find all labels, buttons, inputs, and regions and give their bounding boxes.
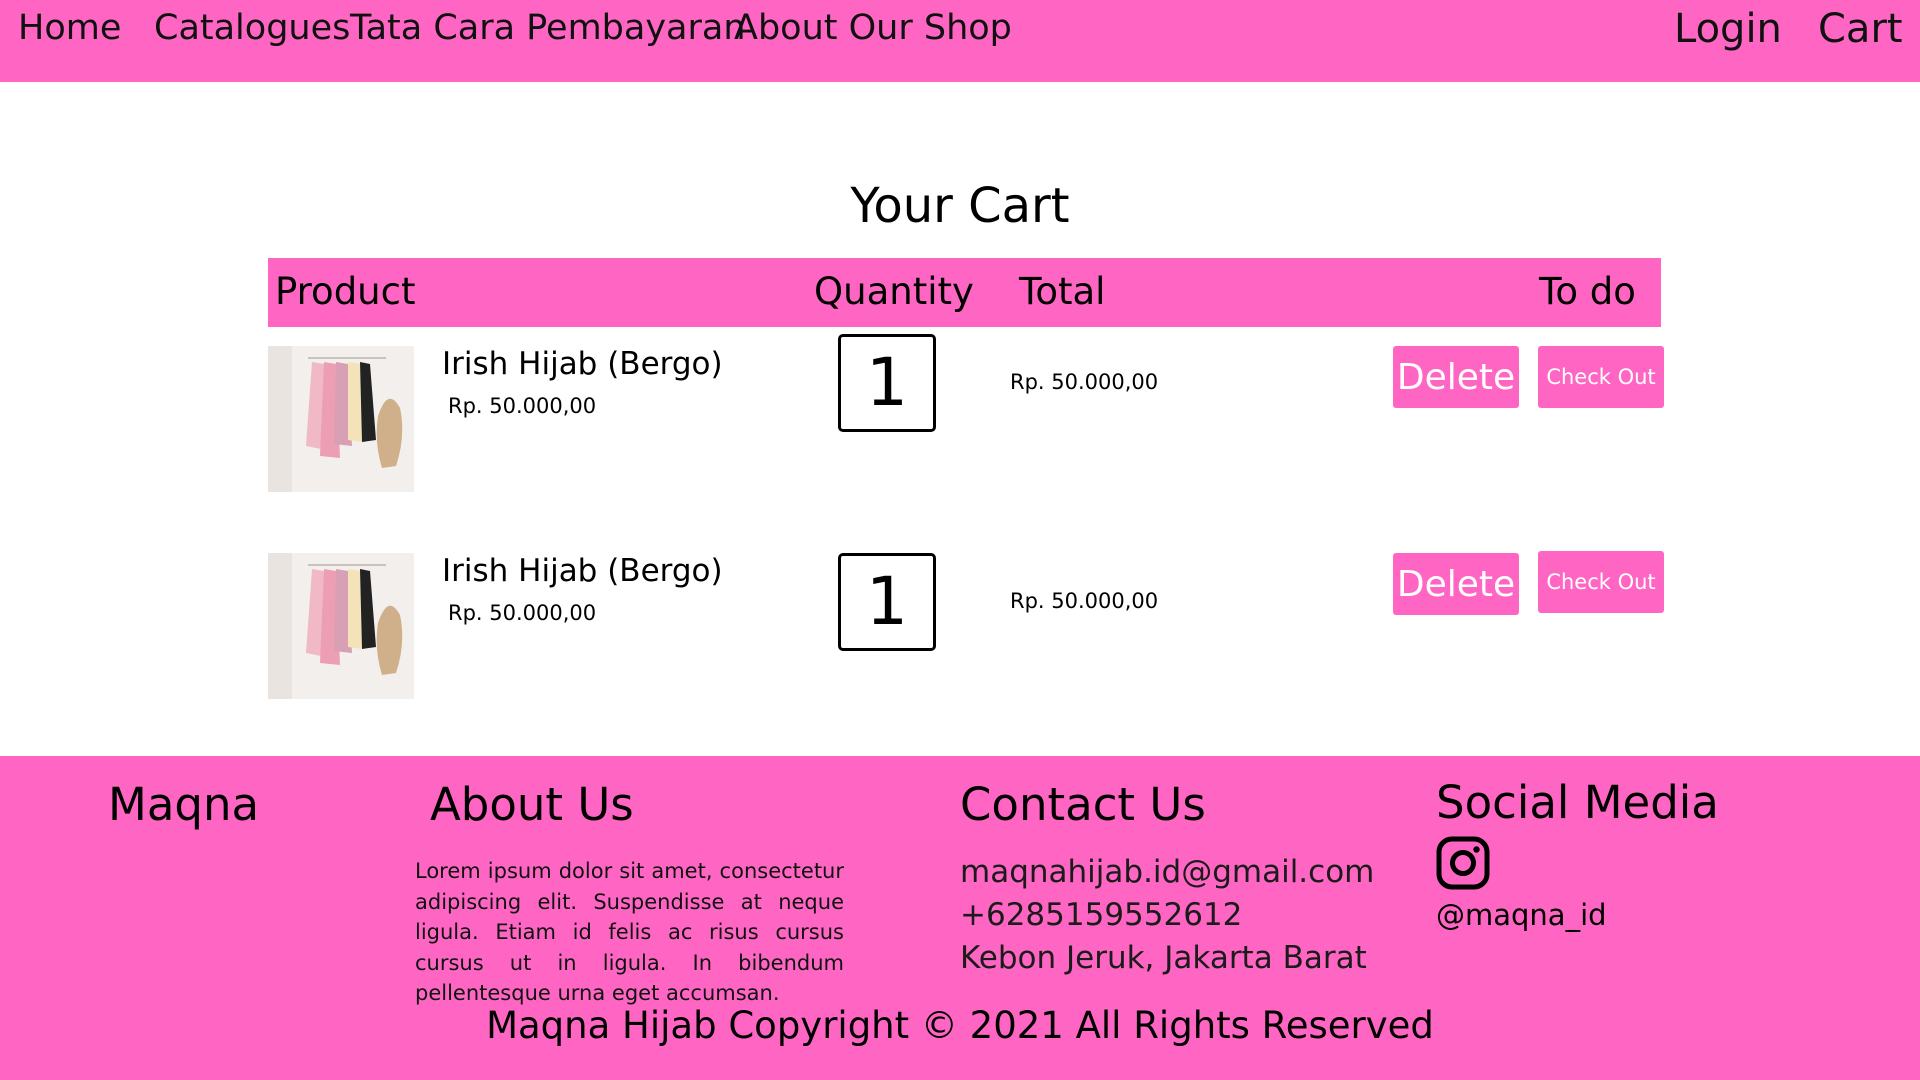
instagram-handle[interactable]: @maqna_id bbox=[1436, 898, 1607, 932]
footer-contact-title: Contact Us bbox=[960, 778, 1206, 831]
product-image bbox=[268, 553, 414, 699]
page-title: Your Cart bbox=[850, 178, 1070, 234]
quantity-box[interactable]: 1 bbox=[838, 334, 936, 432]
cart-table-header: Product Quantity Total To do bbox=[268, 258, 1661, 327]
cart-row: Irish Hijab (Bergo) Rp. 50.000,00 1 Rp. … bbox=[268, 551, 1668, 703]
footer-about-text: Lorem ipsum dolor sit amet, consectetur … bbox=[415, 859, 844, 1005]
footer-brand: Maqna bbox=[108, 778, 260, 831]
product-name: Irish Hijab (Bergo) bbox=[442, 553, 723, 589]
nav-catalogues-link[interactable]: Catalogues bbox=[154, 8, 350, 48]
header-product: Product bbox=[275, 270, 416, 313]
product-image bbox=[268, 346, 414, 492]
nav-home-link[interactable]: Home bbox=[18, 8, 121, 48]
delete-button[interactable]: Delete bbox=[1393, 553, 1519, 615]
product-price: Rp. 50.000,00 bbox=[448, 394, 597, 418]
contact-address: Kebon Jeruk, Jakarta Barat bbox=[960, 940, 1367, 976]
delete-button[interactable]: Delete bbox=[1393, 346, 1519, 408]
cart-row: Irish Hijab (Bergo) Rp. 50.000,00 1 Rp. … bbox=[268, 334, 1668, 496]
quantity-box[interactable]: 1 bbox=[838, 553, 936, 651]
check-out-button[interactable]: Check Out bbox=[1538, 551, 1664, 613]
header-quantity: Quantity bbox=[814, 270, 974, 313]
nav-payment-link[interactable]: Tata Cara Pembayaran bbox=[350, 8, 746, 48]
top-navbar: Home Catalogues Tata Cara Pembayaran Abo… bbox=[0, 0, 1920, 82]
footer: Maqna About Us Lorem ipsum dolor sit ame… bbox=[0, 756, 1920, 1080]
nav-login-link[interactable]: Login bbox=[1674, 6, 1782, 52]
nav-cart-link[interactable]: Cart bbox=[1818, 6, 1903, 52]
contact-email[interactable]: maqnahijab.id@gmail.com bbox=[960, 854, 1374, 890]
product-price: Rp. 50.000,00 bbox=[448, 601, 597, 625]
header-total: Total bbox=[1019, 270, 1106, 313]
nav-about-link[interactable]: About Our Shop bbox=[734, 8, 1012, 48]
instagram-icon[interactable] bbox=[1436, 836, 1490, 890]
row-total: Rp. 50.000,00 bbox=[1010, 589, 1159, 613]
product-name: Irish Hijab (Bergo) bbox=[442, 346, 723, 382]
footer-about-title: About Us bbox=[430, 778, 634, 831]
copyright-text: Maqna Hijab Copyright © 2021 All Rights … bbox=[486, 1004, 1434, 1047]
contact-phone[interactable]: +6285159552612 bbox=[960, 897, 1242, 933]
row-total: Rp. 50.000,00 bbox=[1010, 370, 1159, 394]
check-out-button[interactable]: Check Out bbox=[1538, 346, 1664, 408]
header-todo: To do bbox=[1539, 270, 1636, 313]
footer-social-title: Social Media bbox=[1436, 776, 1719, 829]
